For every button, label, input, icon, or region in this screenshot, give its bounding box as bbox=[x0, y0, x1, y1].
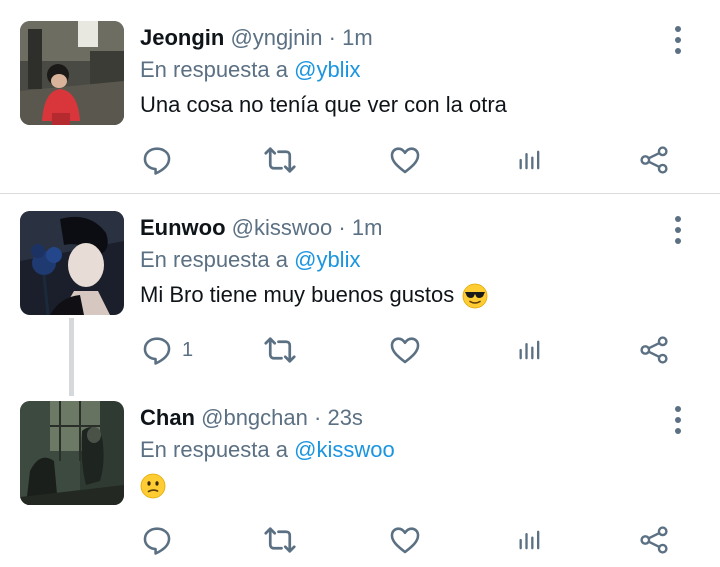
like-icon bbox=[388, 333, 422, 367]
tweet-actions: 1 bbox=[140, 330, 680, 370]
username[interactable]: @bngchan bbox=[201, 405, 308, 430]
avatar-image bbox=[20, 211, 124, 315]
retweet-button[interactable] bbox=[262, 520, 298, 560]
reply-button[interactable] bbox=[140, 140, 174, 180]
confused-face-emoji bbox=[140, 473, 166, 499]
analytics-icon bbox=[516, 336, 544, 364]
analytics-button[interactable] bbox=[516, 520, 544, 560]
tweet-actions bbox=[140, 520, 680, 560]
tweet-text: Una cosa no tenía que ver con la otra bbox=[140, 92, 507, 117]
reply-prefix: En respuesta a bbox=[140, 57, 288, 82]
reply-mention[interactable]: @kisswoo bbox=[294, 437, 395, 462]
timestamp[interactable]: 1m bbox=[342, 25, 373, 50]
tweet-actions bbox=[140, 140, 680, 180]
like-icon bbox=[388, 523, 422, 557]
display-name[interactable]: Chan bbox=[140, 405, 195, 430]
reply-mention[interactable]: @yblix bbox=[294, 247, 360, 272]
share-icon bbox=[638, 334, 670, 366]
reply-icon bbox=[140, 523, 174, 557]
retweet-icon bbox=[262, 142, 298, 178]
display-name[interactable]: Jeongin bbox=[140, 25, 224, 50]
thread-connector bbox=[69, 318, 74, 396]
retweet-icon bbox=[262, 332, 298, 368]
tweet[interactable]: Jeongin @yngjnin · 1m En respuesta a @yb… bbox=[0, 20, 720, 192]
like-icon bbox=[388, 143, 422, 177]
analytics-icon bbox=[516, 146, 544, 174]
analytics-button[interactable] bbox=[516, 330, 544, 370]
username[interactable]: @kisswoo bbox=[232, 215, 333, 240]
divider bbox=[0, 193, 720, 194]
more-icon[interactable] bbox=[666, 24, 690, 56]
analytics-button[interactable] bbox=[516, 140, 544, 180]
reply-prefix: En respuesta a bbox=[140, 247, 288, 272]
like-button[interactable] bbox=[388, 140, 422, 180]
retweet-button[interactable] bbox=[262, 140, 298, 180]
reply-icon bbox=[140, 143, 174, 177]
tweet-text-content: Mi Bro tiene muy buenos gustos bbox=[140, 282, 455, 307]
tweet-header: Chan @bngchan · 23s bbox=[140, 404, 363, 432]
tweet-header: Jeongin @yngjnin · 1m bbox=[140, 24, 373, 52]
avatar-image bbox=[20, 21, 124, 125]
reply-context: En respuesta a @kisswoo bbox=[140, 436, 395, 464]
analytics-icon bbox=[516, 526, 544, 554]
tweet-text bbox=[140, 470, 166, 500]
reply-context: En respuesta a @yblix bbox=[140, 246, 360, 274]
share-button[interactable] bbox=[638, 330, 670, 370]
more-icon[interactable] bbox=[666, 214, 690, 246]
share-icon bbox=[638, 524, 670, 556]
more-icon[interactable] bbox=[666, 404, 690, 436]
retweet-icon bbox=[262, 522, 298, 558]
like-button[interactable] bbox=[388, 330, 422, 370]
share-button[interactable] bbox=[638, 140, 670, 180]
like-button[interactable] bbox=[388, 520, 422, 560]
avatar[interactable] bbox=[20, 211, 124, 315]
separator: · bbox=[314, 405, 322, 430]
reply-context: En respuesta a @yblix bbox=[140, 56, 360, 84]
reply-icon bbox=[140, 333, 174, 367]
tweet-text: Mi Bro tiene muy buenos gustos bbox=[140, 280, 488, 310]
reply-button[interactable]: 1 bbox=[140, 330, 193, 370]
username[interactable]: @yngjnin bbox=[230, 25, 322, 50]
tweet-header: Eunwoo @kisswoo · 1m bbox=[140, 214, 382, 242]
display-name[interactable]: Eunwoo bbox=[140, 215, 226, 240]
avatar[interactable] bbox=[20, 401, 124, 505]
reply-prefix: En respuesta a bbox=[140, 437, 288, 462]
avatar-image bbox=[20, 401, 124, 505]
share-icon bbox=[638, 144, 670, 176]
avatar[interactable] bbox=[20, 21, 124, 125]
tweet[interactable]: Chan @bngchan · 23s En respuesta a @kiss… bbox=[0, 400, 720, 567]
separator: · bbox=[328, 25, 336, 50]
retweet-button[interactable] bbox=[262, 330, 298, 370]
reply-count: 1 bbox=[182, 338, 194, 361]
sunglasses-emoji bbox=[462, 283, 488, 309]
reply-button[interactable] bbox=[140, 520, 174, 560]
timestamp[interactable]: 23s bbox=[327, 405, 362, 430]
reply-mention[interactable]: @yblix bbox=[294, 57, 360, 82]
share-button[interactable] bbox=[638, 520, 670, 560]
separator: · bbox=[338, 215, 346, 240]
timestamp[interactable]: 1m bbox=[352, 215, 383, 240]
tweet[interactable]: Eunwoo @kisswoo · 1m En respuesta a @ybl… bbox=[0, 210, 720, 385]
